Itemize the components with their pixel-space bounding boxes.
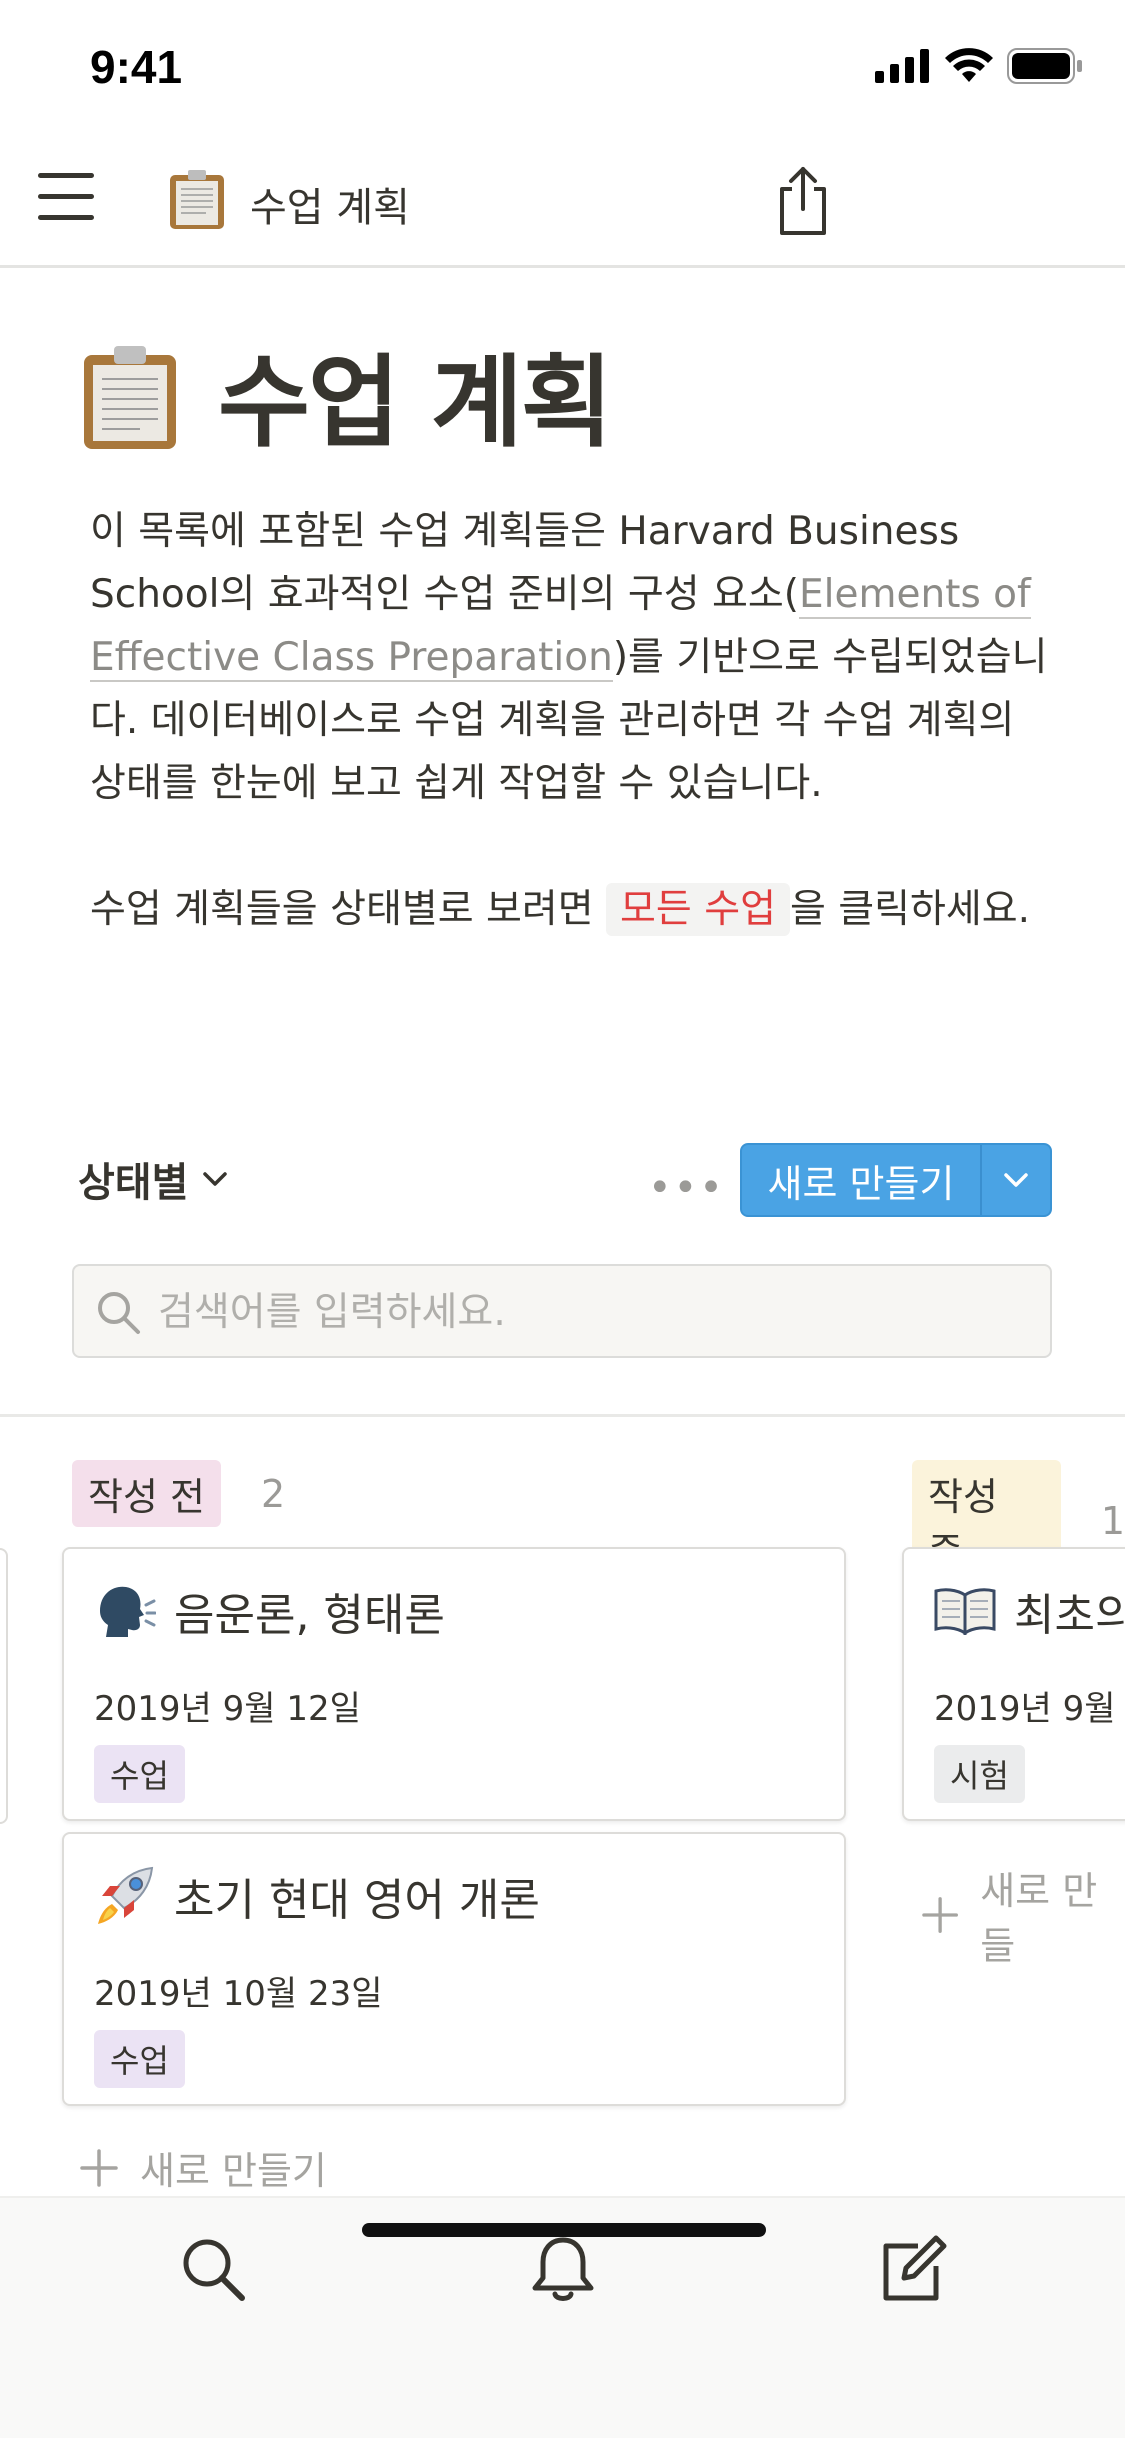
plus-icon bbox=[80, 2148, 118, 2187]
view-label: 상태별 bbox=[78, 1160, 189, 1206]
page-description: 이 목록에 포함된 수업 계획들은 Harvard Business Schoo… bbox=[90, 500, 1060, 941]
card-tag: 시험 bbox=[934, 1745, 1025, 1803]
board-card[interactable]: 최초의 2019년 9월 시험 bbox=[902, 1547, 1125, 1821]
status-time: 9:41 bbox=[90, 41, 183, 93]
wifi-icon bbox=[945, 48, 993, 82]
chevron-down-icon bbox=[1004, 1173, 1028, 1187]
search-tab-icon[interactable] bbox=[178, 2234, 248, 2304]
status-tag: 작성 전 bbox=[72, 1460, 221, 1527]
add-card-label: 새로 만들 bbox=[980, 1869, 1098, 1968]
board-card[interactable]: 음운론, 형태론 2019년 9월 12일 수업 bbox=[62, 1547, 846, 1821]
board-card[interactable]: 초기 현대 영어 개론 2019년 10월 23일 수업 bbox=[62, 1832, 846, 2106]
top-nav: 수업 계획 bbox=[0, 135, 1125, 268]
new-button[interactable]: 새로 만들기 bbox=[740, 1143, 1052, 1217]
card-tag: 수업 bbox=[94, 1745, 185, 1803]
card-title-text: 음운론, 형태론 bbox=[174, 1590, 445, 1641]
view-selector[interactable]: 상태별 bbox=[78, 1150, 228, 1208]
nav-title: 수업 계획 bbox=[250, 185, 410, 231]
home-indicator[interactable] bbox=[362, 2223, 766, 2237]
search-input[interactable] bbox=[156, 1266, 1040, 1358]
hint-text-end: 을 클릭하세요. bbox=[789, 887, 1031, 932]
plus-icon bbox=[922, 1897, 958, 1933]
share-icon[interactable] bbox=[772, 163, 834, 237]
add-card-button[interactable]: 새로 만들 bbox=[922, 1860, 1125, 1970]
column-header-not-started: 작성 전 2 bbox=[72, 1460, 285, 1527]
page-clipboard-icon bbox=[84, 346, 176, 449]
description-paragraph: 이 목록에 포함된 수업 계획들은 Harvard Business Schoo… bbox=[90, 500, 1060, 815]
bell-icon[interactable] bbox=[528, 2234, 598, 2304]
menu-button[interactable] bbox=[38, 173, 94, 225]
card-title: 음운론, 형태론 bbox=[94, 1579, 445, 1643]
search-box[interactable] bbox=[72, 1264, 1052, 1358]
chevron-down-icon bbox=[203, 1172, 228, 1186]
column-count: 2 bbox=[260, 1471, 286, 1516]
page-title: 수업 계획 bbox=[218, 344, 613, 461]
card-date: 2019년 9월 12일 bbox=[94, 1689, 361, 1729]
status-icons bbox=[875, 48, 1083, 84]
compose-icon[interactable] bbox=[878, 2234, 948, 2304]
search-icon bbox=[98, 1292, 140, 1334]
all-classes-chip[interactable]: 모든 수업 bbox=[606, 883, 790, 936]
new-button-label[interactable]: 새로 만들기 bbox=[742, 1145, 980, 1215]
card-date: 2019년 10월 23일 bbox=[94, 1974, 383, 2014]
card-title: 최초의 bbox=[934, 1579, 1125, 1643]
open-book-icon bbox=[934, 1588, 996, 1635]
rocket-icon bbox=[98, 1866, 154, 1924]
hint-text: 수업 계획들을 상태별로 보려면 bbox=[90, 887, 607, 932]
add-card-label: 새로 만들기 bbox=[140, 2149, 327, 2193]
cellular-signal-icon bbox=[875, 49, 929, 83]
speaking-head-icon bbox=[100, 1586, 156, 1637]
previous-column-card-edge bbox=[0, 1548, 8, 1824]
card-title-text: 최초의 bbox=[1014, 1590, 1125, 1641]
column-count: 1 bbox=[1100, 1499, 1125, 1543]
card-title-text: 초기 현대 영어 개론 bbox=[174, 1875, 540, 1926]
card-date: 2019년 9월 bbox=[934, 1689, 1116, 1729]
card-tag: 수업 bbox=[94, 2030, 185, 2088]
more-options-button[interactable]: ••• bbox=[648, 1165, 725, 1211]
add-card-button[interactable]: 새로 만들기 bbox=[80, 2140, 327, 2195]
clipboard-icon bbox=[170, 170, 224, 229]
section-divider bbox=[0, 1414, 1125, 1417]
battery-icon bbox=[1007, 48, 1082, 84]
hint-paragraph: 수업 계획들을 상태별로 보려면 모든 수업 을 클릭하세요. bbox=[90, 878, 1060, 941]
status-bar: 9:41 bbox=[0, 0, 1125, 135]
card-title: 초기 현대 영어 개론 bbox=[94, 1864, 540, 1928]
new-dropdown-button[interactable] bbox=[980, 1145, 1050, 1215]
